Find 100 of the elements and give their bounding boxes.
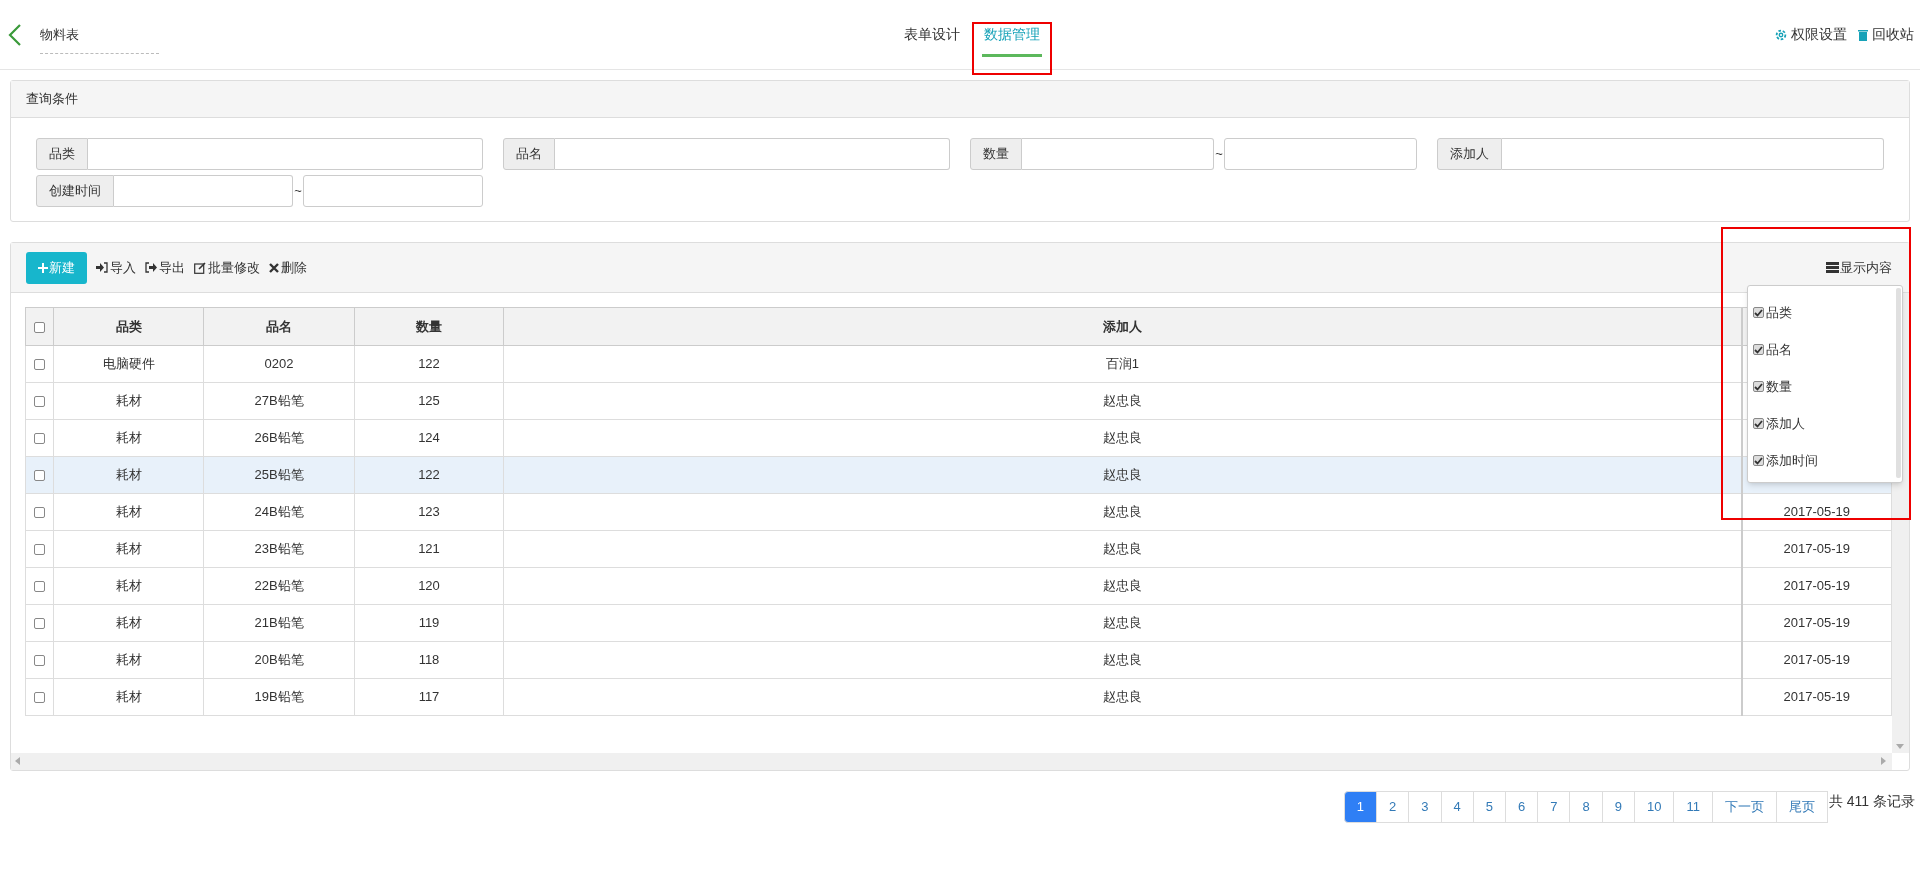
checkbox[interactable] <box>34 359 45 371</box>
table-cell: 26B铅笔 <box>203 419 355 457</box>
plus-icon <box>38 262 48 273</box>
checkbox[interactable] <box>34 655 45 667</box>
table-cell: 耗材 <box>53 493 204 531</box>
close-icon <box>269 262 279 273</box>
panel-title: 查询条件 <box>26 90 78 109</box>
list-icon <box>1826 262 1839 273</box>
columns-button[interactable]: 显示内容 <box>1826 257 1892 278</box>
input-field[interactable] <box>1022 138 1215 170</box>
table-cell: 耗材 <box>53 456 204 494</box>
page-button[interactable]: 11 <box>1673 791 1713 823</box>
menu-item[interactable]: 添加人 <box>1753 405 1902 442</box>
checkbox[interactable] <box>34 396 45 408</box>
checkbox[interactable] <box>34 507 45 519</box>
export-button[interactable]: 导出 <box>145 257 185 278</box>
input-field[interactable] <box>114 175 294 207</box>
table-cell: 125 <box>354 382 504 420</box>
page-button[interactable]: 8 <box>1569 791 1603 823</box>
page-button[interactable]: 尾页 <box>1775 791 1828 823</box>
page-button[interactable]: 1 <box>1343 791 1378 823</box>
tab[interactable]: 表单设计 <box>902 12 962 57</box>
menu-item[interactable]: 品类 <box>1753 294 1902 331</box>
sign-out-icon <box>145 262 157 273</box>
input-field[interactable] <box>88 138 483 170</box>
page-button[interactable]: 9 <box>1601 791 1635 823</box>
input-field[interactable] <box>1502 138 1884 170</box>
checkbox[interactable] <box>34 618 45 630</box>
table-cell: 电脑硬件 <box>53 345 204 383</box>
menu-item[interactable]: 添加时间 <box>1753 442 1902 479</box>
checkbox[interactable] <box>34 544 45 556</box>
menu-item[interactable]: 品名 <box>1753 331 1902 368</box>
page-button[interactable]: 4 <box>1440 791 1474 823</box>
page-button[interactable]: 10 <box>1633 791 1675 823</box>
back-icon[interactable] <box>8 23 22 46</box>
table-cell: 121 <box>354 530 504 568</box>
table-cell: 25B铅笔 <box>203 456 355 494</box>
sign-in-icon <box>96 262 108 273</box>
trash-icon <box>1857 28 1869 41</box>
page-button[interactable]: 2 <box>1376 791 1410 823</box>
checkbox[interactable] <box>34 692 45 704</box>
table-cell: 124 <box>354 419 504 457</box>
import-button[interactable]: 导入 <box>96 257 136 278</box>
field-label: 品类 <box>36 138 88 170</box>
field-label: 创建时间 <box>36 175 114 207</box>
table-cell: 耗材 <box>53 678 204 716</box>
delete-button[interactable]: 删除 <box>269 257 307 278</box>
scroll-right-arrow-icon[interactable] <box>1881 757 1886 765</box>
permission-settings-link[interactable]: 权限设置 <box>1774 24 1847 45</box>
checkbox[interactable] <box>34 321 45 333</box>
recycle-bin-link[interactable]: 回收站 <box>1857 24 1914 45</box>
record-count: 共 411 条记录 <box>1828 792 1915 811</box>
range-separator: ~ <box>293 182 303 201</box>
table-cell: 耗材 <box>53 382 204 420</box>
table-cell: 0202 <box>203 345 355 383</box>
page-button[interactable]: 下一页 <box>1711 791 1777 823</box>
table-cell: 耗材 <box>53 604 204 642</box>
table-cell: 22B铅笔 <box>203 567 355 605</box>
page-button[interactable]: 5 <box>1472 791 1506 823</box>
table-cell: 21B铅笔 <box>203 604 355 642</box>
input-field[interactable] <box>555 138 950 170</box>
checkbox[interactable] <box>1753 307 1764 318</box>
table-cell: 27B铅笔 <box>203 382 355 420</box>
table-cell: 122 <box>354 456 504 494</box>
column-header: 数量 <box>354 307 504 346</box>
page-title: 物料表 <box>40 25 159 54</box>
field-label: 品名 <box>503 138 555 170</box>
range-separator: ~ <box>1214 145 1224 164</box>
column-header: 品名 <box>203 307 355 346</box>
checkbox[interactable] <box>1753 455 1764 466</box>
table-cell: 120 <box>354 567 504 605</box>
table-cell: 119 <box>354 604 504 642</box>
checkbox[interactable] <box>34 470 45 482</box>
table-cell: 20B铅笔 <box>203 641 355 679</box>
table-cell: 19B铅笔 <box>203 678 355 716</box>
scroll-left-arrow-icon[interactable] <box>15 757 20 765</box>
gear-icon <box>1774 27 1788 42</box>
tab[interactable]: 数据管理 <box>982 12 1042 57</box>
horizontal-scrollbar[interactable] <box>11 753 1892 770</box>
edit-icon <box>194 261 206 274</box>
scroll-down-arrow-icon[interactable] <box>1896 744 1904 749</box>
field-label: 添加人 <box>1437 138 1502 170</box>
checkbox[interactable] <box>34 433 45 445</box>
checkbox[interactable] <box>1753 418 1764 429</box>
page-button[interactable]: 7 <box>1537 791 1571 823</box>
table-cell: 122 <box>354 345 504 383</box>
column-header: 添加人 <box>503 307 1742 346</box>
column-header: 品类 <box>53 307 204 346</box>
page-button[interactable]: 3 <box>1408 791 1442 823</box>
input-field[interactable] <box>302 175 483 207</box>
checkbox[interactable] <box>1753 344 1764 355</box>
table-cell: 耗材 <box>53 419 204 457</box>
table-cell: 117 <box>354 678 504 716</box>
edit-button[interactable]: 批量修改 <box>194 257 260 278</box>
page-button[interactable]: 6 <box>1505 791 1539 823</box>
checkbox[interactable] <box>1753 381 1764 392</box>
menu-item[interactable]: 数量 <box>1753 368 1902 405</box>
field-label: 数量 <box>970 138 1022 170</box>
checkbox[interactable] <box>34 581 45 593</box>
input-field[interactable] <box>1223 138 1417 170</box>
